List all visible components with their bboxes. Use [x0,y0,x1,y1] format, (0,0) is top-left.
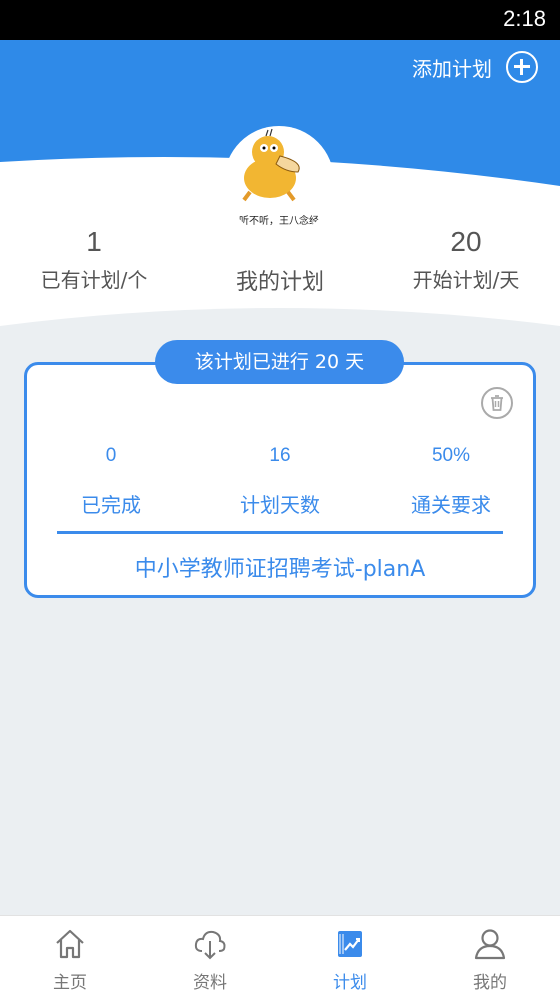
completed-label: 已完成 [81,493,141,517]
plans-count-stat: 1 已有计划/个 [14,226,174,293]
completed-stat: 0 已完成 [31,445,191,518]
plan-days-value: 20 [450,226,482,257]
plan-days-count-stat: 16 计划天数 [200,445,360,518]
tab-resources[interactable]: 资料 [140,916,280,1000]
plan-card[interactable]: 0 已完成 16 计划天数 50% 通关要求 中小学教师证招聘考试-planA [24,362,536,598]
plan-days-label: 开始计划/天 [412,268,520,292]
tab-plan-label: 计划 [333,973,367,993]
plan-name[interactable]: 中小学教师证招聘考试-planA [27,551,533,583]
pass-requirement-value: 50% [431,445,471,466]
bottom-tab-bar: 主页 资料 计划 我的 [0,915,560,1000]
tab-home-label: 主页 [53,973,87,993]
avatar-caption: 听不听，王八念经 [239,216,319,227]
header-bottom-curve [0,308,560,330]
tab-plan[interactable]: 计划 [280,916,420,1000]
trash-icon [491,395,503,411]
home-icon [56,929,84,959]
tab-mine[interactable]: 我的 [420,916,560,1000]
completed-value: 0 [105,445,117,466]
plan-chart-icon [338,931,362,957]
plan-days-count-value: 16 [269,445,291,466]
plans-count-label: 已有计划/个 [40,268,148,292]
plan-days-count-label: 计划天数 [240,493,320,517]
plan-days-stat: 20 开始计划/天 [386,226,546,293]
add-plan-button[interactable]: 添加计划 [412,51,538,83]
card-divider [57,531,503,534]
status-time: 2:18 [503,6,546,31]
user-icon [474,929,506,960]
pass-requirement-label: 通关要求 [411,493,491,517]
plan-header: 添加计划 听不听，王八念经 1 已有计划/个 我的计划 20 开始计划/天 [0,40,560,330]
tab-resources-label: 资料 [193,973,227,993]
add-circle-icon [506,51,538,83]
delete-plan-button[interactable] [481,387,513,419]
cloud-download-icon [194,930,226,960]
avatar[interactable]: 听不听，王八念经 [224,126,334,236]
plans-count-value: 1 [86,226,102,257]
status-bar: 2:18 [0,0,560,40]
add-plan-label: 添加计划 [412,56,492,81]
plan-progress-badge: 该计划已进行 20 天 [155,340,404,384]
pass-requirement-stat: 50% 通关要求 [371,445,531,518]
tab-home[interactable]: 主页 [0,916,140,1000]
tab-mine-label: 我的 [473,973,507,993]
my-plan-title: 我的计划 [235,270,324,295]
